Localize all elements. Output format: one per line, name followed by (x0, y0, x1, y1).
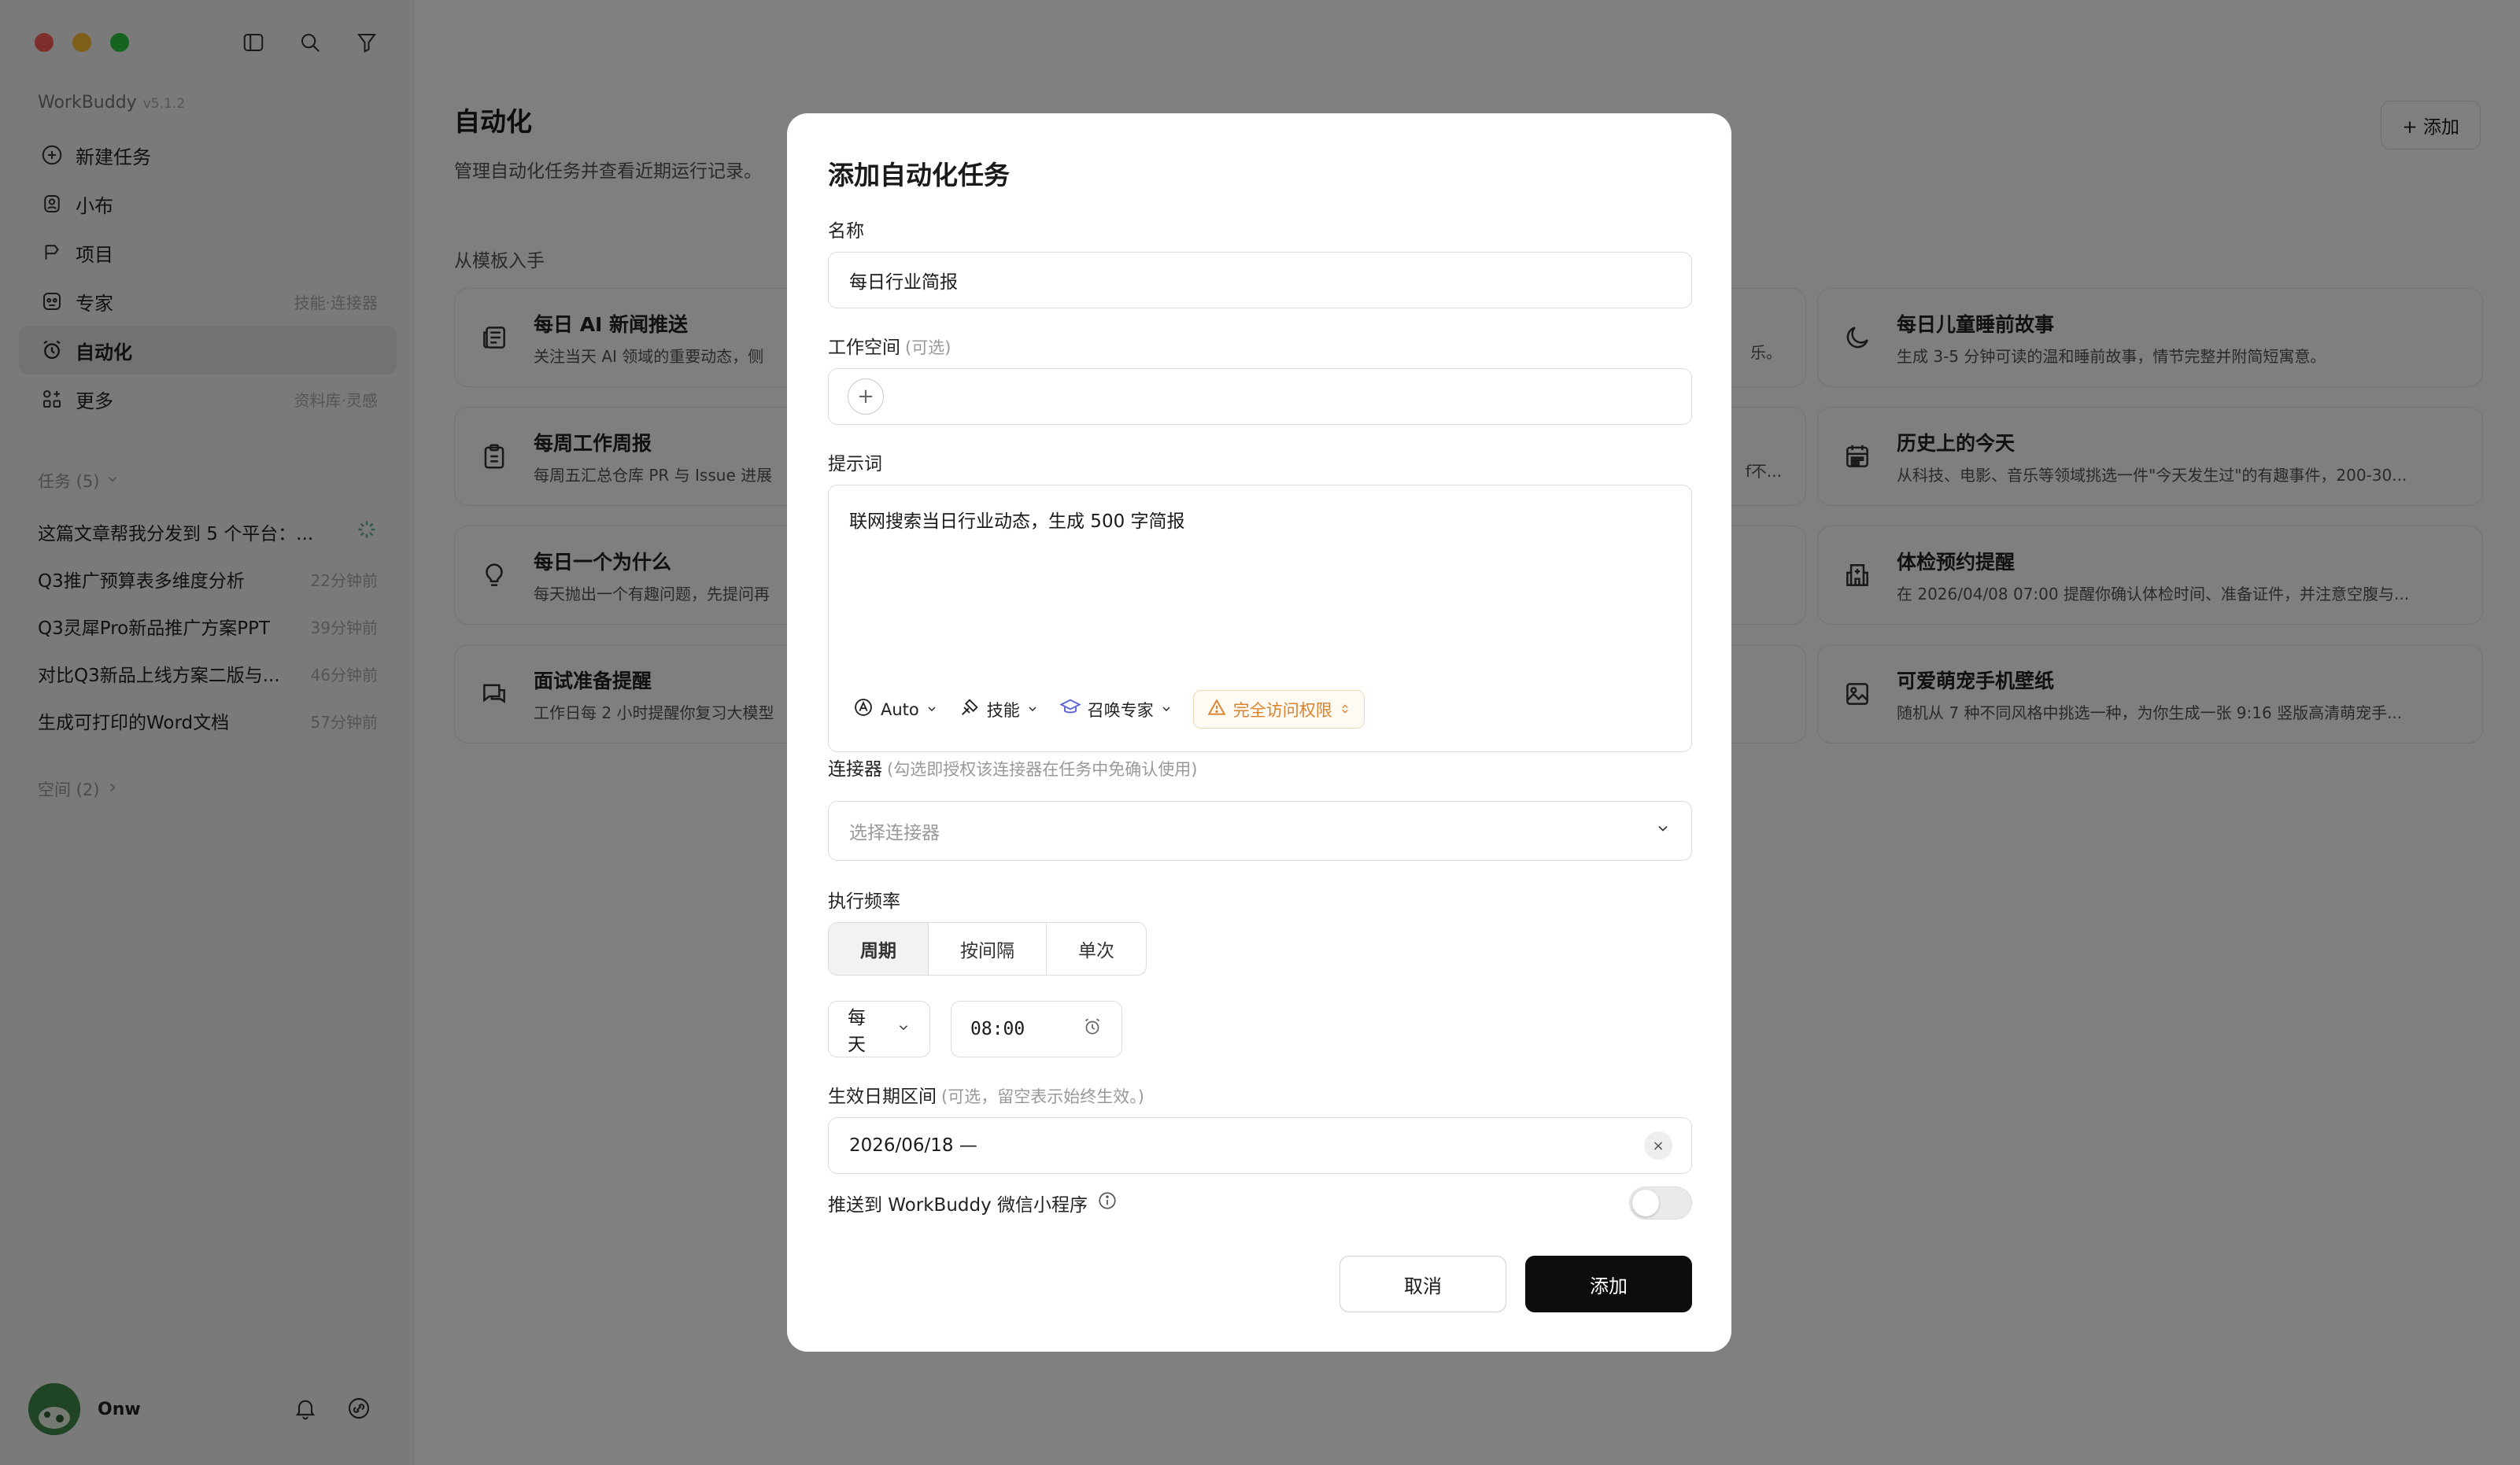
period-value: 每天 (848, 1008, 866, 1055)
push-toggle[interactable] (1629, 1186, 1692, 1220)
prompt-textarea[interactable]: 联网搜索当日行业动态，生成 500 字简报 Auto 技能 召唤专家 完全访问权… (828, 485, 1692, 752)
skills-label: 技能 (986, 700, 1020, 720)
chevron-down-icon (896, 1019, 911, 1039)
prompt-toolbar: Auto 技能 召唤专家 完全访问权限 (852, 690, 1365, 729)
workspace-input: + (828, 368, 1692, 425)
dialog-title: 添加自动化任务 (828, 160, 1010, 190)
push-setting: 推送到 WorkBuddy 微信小程序 (828, 1190, 1118, 1216)
connector-label-group: 连接器 (勾选即授权该连接器在任务中免确认使用) (828, 754, 1197, 780)
alarm-clock-icon[interactable] (1082, 1017, 1103, 1042)
time-value: 08:00 (970, 1019, 1025, 1039)
skills-select[interactable]: 技能 (959, 696, 1039, 722)
date-range-input[interactable]: 2026/06/18 — × (828, 1117, 1692, 1174)
clear-date-button[interactable]: × (1644, 1131, 1672, 1160)
auto-model-icon (852, 696, 874, 722)
warning-icon (1206, 697, 1227, 721)
connector-select[interactable]: 选择连接器 (828, 801, 1692, 861)
workspace-label-group: 工作空间 (可选) (828, 332, 951, 359)
chevron-down-icon (1160, 700, 1173, 719)
period-select[interactable]: 每天 (828, 1001, 930, 1057)
toggle-knob (1632, 1190, 1659, 1216)
info-icon[interactable] (1097, 1190, 1118, 1216)
model-select[interactable]: Auto (852, 696, 938, 722)
expert-label: 召唤专家 (1087, 700, 1154, 720)
submit-add-button[interactable]: 添加 (1525, 1256, 1692, 1312)
permission-label: 完全访问权限 (1232, 700, 1332, 720)
model-label: Auto (881, 699, 919, 719)
chevron-down-icon (1026, 700, 1039, 719)
expert-select[interactable]: 召唤专家 (1059, 696, 1173, 722)
date-range-label-group: 生效日期区间 (可选，留空表示始终生效。) (828, 1081, 1144, 1108)
connector-placeholder: 选择连接器 (849, 823, 940, 843)
prompt-value: 联网搜索当日行业动态，生成 500 字简报 (849, 511, 1185, 532)
cancel-button[interactable]: 取消 (1339, 1256, 1506, 1312)
name-label: 名称 (828, 221, 864, 242)
frequency-tabs: 周期 按间隔 单次 (828, 922, 1147, 976)
frequency-label: 执行频率 (828, 891, 900, 912)
time-input[interactable]: 08:00 (951, 1001, 1122, 1057)
tab-once[interactable]: 单次 (1047, 923, 1146, 975)
name-value: 每日行业简报 (849, 272, 958, 293)
tab-interval[interactable]: 按间隔 (929, 923, 1047, 975)
add-workspace-button[interactable]: + (848, 378, 884, 415)
chevron-updown-icon (1339, 700, 1351, 719)
graduation-cap-icon (1059, 696, 1081, 722)
add-automation-dialog: 添加自动化任务 名称 每日行业简报 工作空间 (可选) + 提示词 联网搜索当日行… (787, 113, 1731, 1352)
optional-hint: (可选) (905, 338, 951, 357)
push-label: 推送到 WorkBuddy 微信小程序 (828, 1195, 1088, 1216)
chevron-down-icon (1655, 821, 1671, 841)
chevron-down-icon (926, 700, 938, 719)
tab-periodic[interactable]: 周期 (829, 923, 929, 975)
workspace-label: 工作空间 (828, 338, 900, 358)
skills-icon (959, 696, 981, 722)
date-range-label: 生效日期区间 (828, 1087, 937, 1107)
prompt-label: 提示词 (828, 454, 882, 474)
date-range-value: 2026/06/18 — (849, 1135, 977, 1156)
connector-label: 连接器 (828, 759, 882, 780)
connector-hint: (勾选即授权该连接器在任务中免确认使用) (887, 760, 1198, 779)
date-range-hint: (可选，留空表示始终生效。) (941, 1087, 1144, 1106)
name-input[interactable]: 每日行业简报 (828, 252, 1692, 308)
permission-select[interactable]: 完全访问权限 (1192, 690, 1365, 729)
